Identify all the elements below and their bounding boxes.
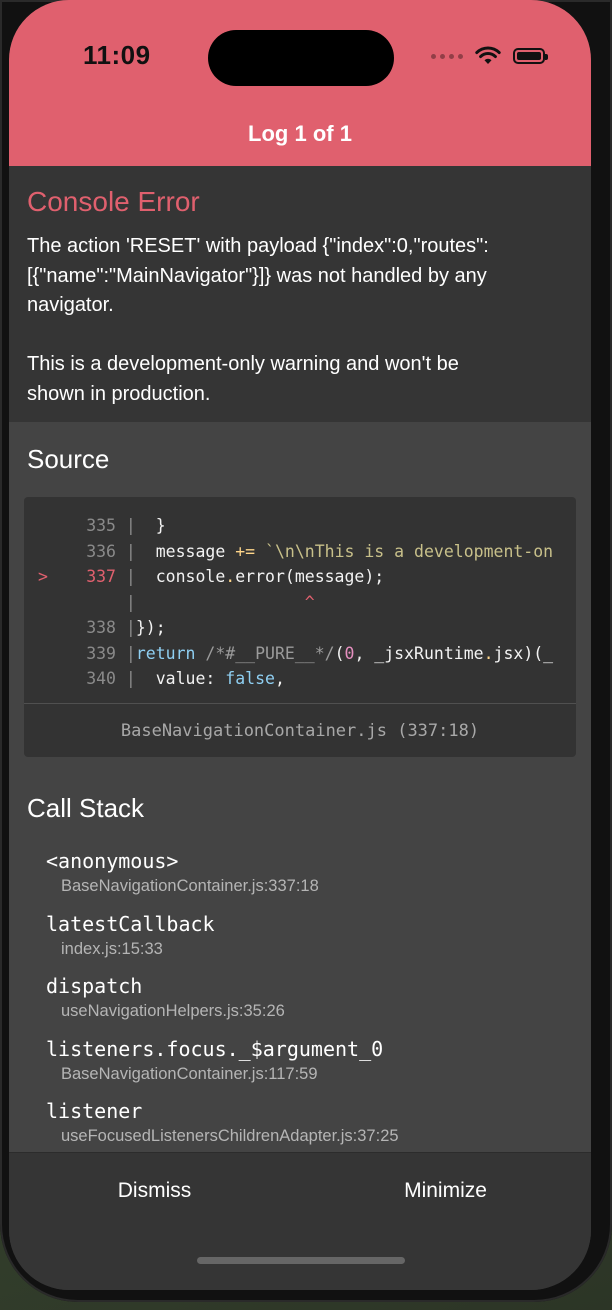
code-text: message += `\n\nThis is a development-on xyxy=(135,541,554,561)
stack-frame-location: useFocusedListenersChildrenAdapter.js:37… xyxy=(61,1127,399,1145)
code-text: ^ xyxy=(135,592,315,612)
error-section: Console Error The action 'RESET' with pa… xyxy=(9,166,591,422)
code-line: 340 | value: false, xyxy=(24,666,576,692)
stack-frame[interactable]: listeners.focus._$argument_0 BaseNavigati… xyxy=(46,1036,576,1099)
screen: 11:09 Log 1 of 1 Console Error The actio… xyxy=(9,0,591,1290)
code-line-number: 340 xyxy=(86,669,116,688)
code-line: 338 |}); xyxy=(24,615,576,641)
source-heading: Source xyxy=(27,444,110,474)
code-text: return /*#__PURE__*/(0, _jsxRuntime.jsx)… xyxy=(135,643,554,663)
status-time: 11:09 xyxy=(83,40,151,70)
dismiss-button[interactable]: Dismiss xyxy=(9,1179,300,1203)
cellular-signal-icon xyxy=(431,53,463,59)
call-stack-list: <anonymous> BaseNavigationContainer.js:33… xyxy=(46,848,576,1161)
code-text: }); xyxy=(135,618,166,637)
log-title: Log 1 of 1 xyxy=(248,121,352,146)
code-line-number: 339 xyxy=(86,643,116,663)
footer-bar: Dismiss Minimize xyxy=(9,1152,591,1290)
stack-frame[interactable]: <anonymous> BaseNavigationContainer.js:33… xyxy=(46,848,576,911)
source-file-location[interactable]: BaseNavigationContainer.js (337:18) xyxy=(24,703,576,757)
code-line-number: 335 xyxy=(86,516,116,535)
stack-frame[interactable]: dispatch useNavigationHelpers.js:35:26 xyxy=(46,973,576,1036)
home-indicator xyxy=(197,1257,405,1264)
status-icons xyxy=(431,44,548,68)
code-listing: 335 | } 336 | message += `\n\nThis is a d… xyxy=(24,513,576,692)
wifi-icon xyxy=(475,46,501,66)
source-code-frame[interactable]: 335 | } 336 | message += `\n\nThis is a d… xyxy=(24,497,576,757)
stack-frame-location: useNavigationHelpers.js:35:26 xyxy=(61,1002,285,1020)
stack-frame-function: listeners.focus._$argument_0 xyxy=(46,1036,384,1061)
minimize-button[interactable]: Minimize xyxy=(300,1179,591,1203)
code-line-number: 338 xyxy=(86,618,116,637)
phone-frame: 11:09 Log 1 of 1 Console Error The actio… xyxy=(0,0,612,1302)
battery-icon xyxy=(513,48,548,64)
stack-frame[interactable]: latestCallback index.js:15:33 xyxy=(46,911,576,974)
stack-frame-location: BaseNavigationContainer.js:117:59 xyxy=(61,1064,318,1083)
log-header: 11:09 Log 1 of 1 xyxy=(9,0,591,166)
details-scroll-area[interactable]: Source 335 | } 336 | message += `\n\nThis… xyxy=(9,422,591,1152)
code-line: 339 |return /*#__PURE__*/(0, _jsxRuntime… xyxy=(24,641,576,667)
code-text: value: false, xyxy=(135,669,285,688)
code-line-number: 336 xyxy=(86,541,116,561)
code-text: } xyxy=(135,516,166,535)
stack-frame-location: BaseNavigationContainer.js:337:18 xyxy=(61,877,319,895)
stack-frame-function: dispatch xyxy=(46,974,143,998)
stack-frame-function: listener xyxy=(46,1099,143,1123)
error-title: Console Error xyxy=(27,186,200,217)
code-text: console.error(message); xyxy=(135,567,385,586)
stack-frame-function: latestCallback xyxy=(46,911,215,936)
error-message: The action 'RESET' with payload {"index"… xyxy=(27,235,489,405)
highlight-marker: > xyxy=(38,567,48,586)
stack-frame-function: <anonymous> xyxy=(46,849,179,873)
stack-frame-location: index.js:15:33 xyxy=(61,939,163,958)
code-line: 336 | message += `\n\nThis is a developm… xyxy=(24,539,576,565)
dynamic-island xyxy=(208,30,394,86)
code-line: | ^ xyxy=(116,592,315,612)
call-stack-heading: Call Stack xyxy=(27,793,145,823)
code-line: >337 | console.error(message); xyxy=(24,564,576,590)
code-line: 335 | } xyxy=(24,513,576,539)
